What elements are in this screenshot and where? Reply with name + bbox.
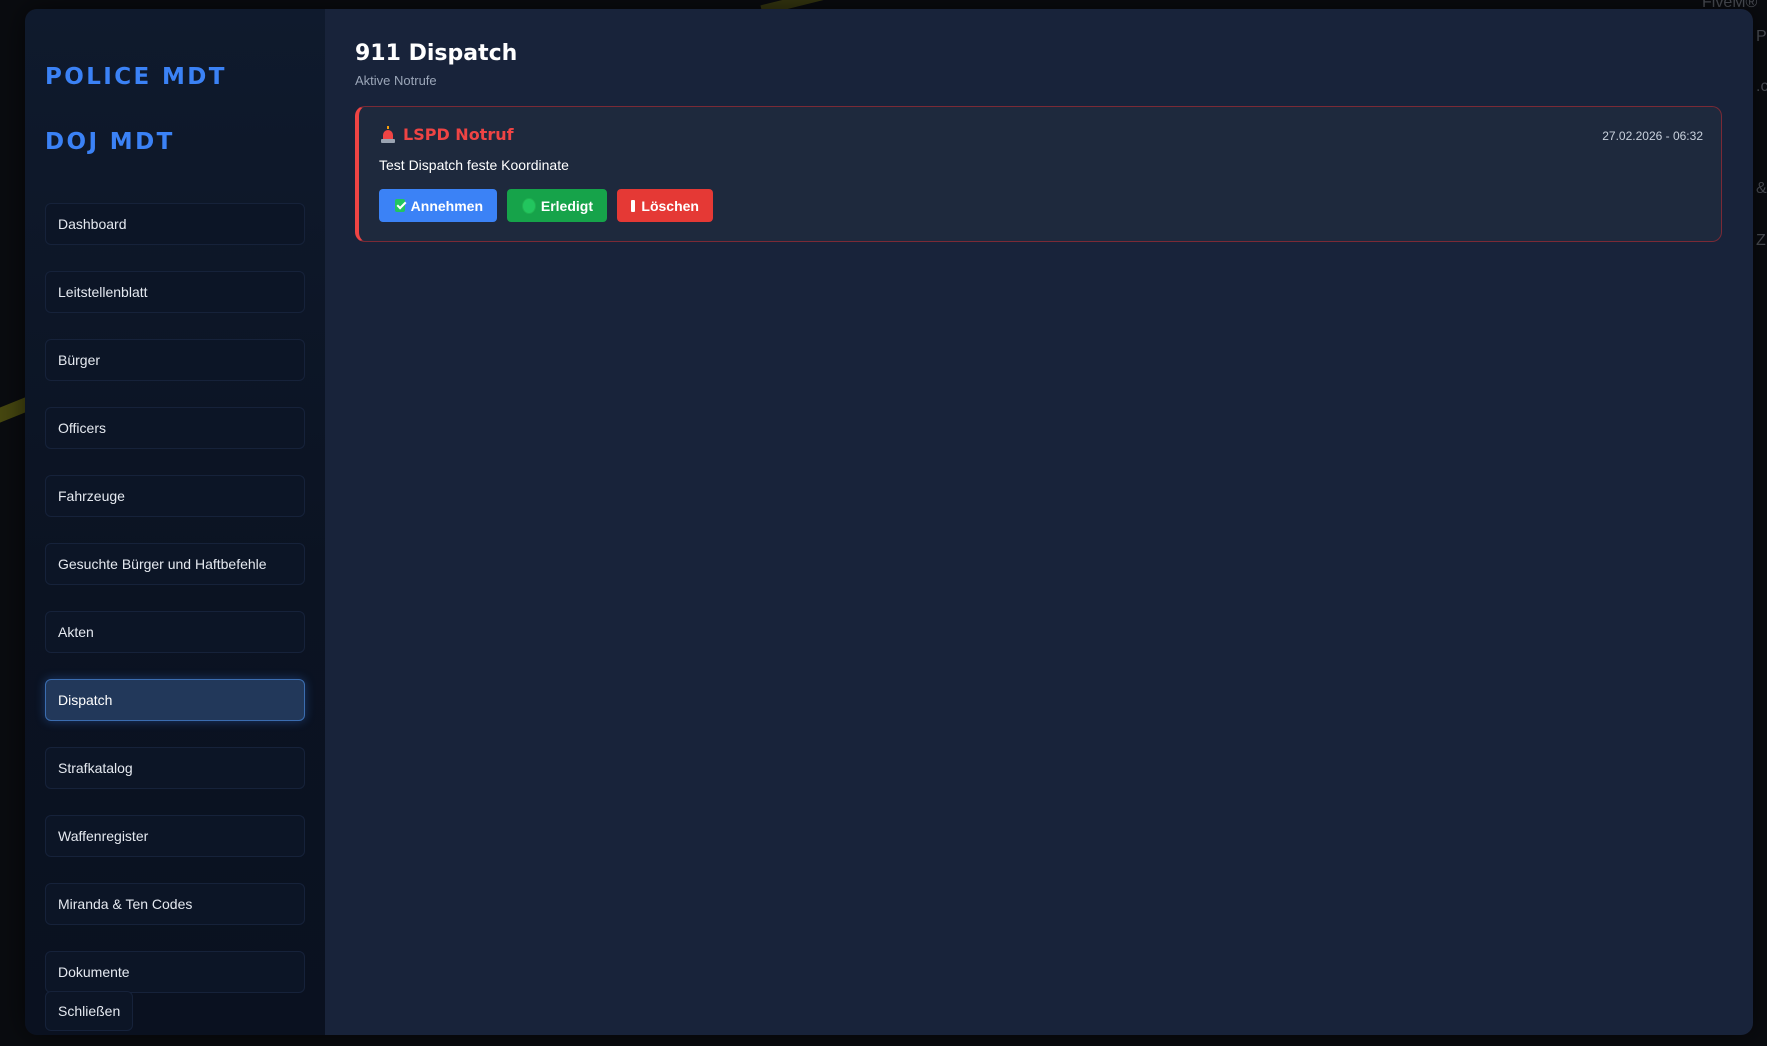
background-text-fragment: .c xyxy=(1756,78,1767,95)
close-button[interactable]: Schließen xyxy=(45,991,134,1031)
dispatch-card-header: LSPD Notruf xyxy=(379,125,1703,144)
sidebar-nav: Dashboard Leitstellenblatt Bürger Office… xyxy=(45,203,305,993)
sidebar-item-dokumente[interactable]: Dokumente xyxy=(45,951,305,993)
main-content: 911 Dispatch Aktive Notrufe LSPD Notruf … xyxy=(325,9,1753,1035)
delete-button-label: Löschen xyxy=(641,197,699,214)
dispatch-card: LSPD Notruf 27.02.2026 - 06:32 Test Disp… xyxy=(355,106,1722,242)
background-text-fragment: & xyxy=(1756,180,1767,197)
sidebar-item-dispatch[interactable]: Dispatch xyxy=(45,679,305,721)
sidebar-item-akten[interactable]: Akten xyxy=(45,611,305,653)
delete-button[interactable]: Löschen xyxy=(617,189,713,222)
background-text-fragment: P xyxy=(1756,28,1767,45)
page-subtitle: Aktive Notrufe xyxy=(355,73,437,88)
brand-doj-mdt[interactable]: DOJ MDT xyxy=(45,122,305,187)
dispatch-title: LSPD Notruf xyxy=(403,125,514,144)
sidebar-item-leitstellenblatt[interactable]: Leitstellenblatt xyxy=(45,271,305,313)
sidebar-item-fahrzeuge[interactable]: Fahrzeuge xyxy=(45,475,305,517)
green-circle-icon xyxy=(523,198,535,213)
background-text-fragment: Z xyxy=(1756,232,1766,249)
accept-button[interactable]: Annehmen xyxy=(379,189,497,222)
done-button-label: Erledigt xyxy=(540,197,593,214)
brand-police-mdt[interactable]: POLICE MDT xyxy=(45,57,305,122)
sidebar-item-miranda[interactable]: Miranda & Ten Codes xyxy=(45,883,305,925)
dispatch-description: Test Dispatch feste Koordinate xyxy=(379,157,569,173)
accept-button-label: Annehmen xyxy=(410,197,483,214)
sidebar-item-strafkatalog[interactable]: Strafkatalog xyxy=(45,747,305,789)
sidebar: POLICE MDT DOJ MDT Dashboard Leitstellen… xyxy=(25,9,325,1035)
check-icon xyxy=(395,199,405,212)
siren-icon xyxy=(379,125,397,144)
sidebar-item-waffenregister[interactable]: Waffenregister xyxy=(45,815,305,857)
sidebar-item-buerger[interactable]: Bürger xyxy=(45,339,305,381)
dispatch-actions: Annehmen Erledigt Löschen xyxy=(379,189,1703,222)
sidebar-item-wanted[interactable]: Gesuchte Bürger und Haftbefehle xyxy=(45,543,305,585)
trash-icon xyxy=(631,199,636,212)
sidebar-item-officers[interactable]: Officers xyxy=(45,407,305,449)
mdt-window: POLICE MDT DOJ MDT Dashboard Leitstellen… xyxy=(25,9,1753,1035)
done-button[interactable]: Erledigt xyxy=(507,189,607,222)
page-title: 911 Dispatch xyxy=(355,41,518,66)
sidebar-item-dashboard[interactable]: Dashboard xyxy=(45,203,305,245)
dispatch-timestamp: 27.02.2026 - 06:32 xyxy=(1602,129,1703,143)
